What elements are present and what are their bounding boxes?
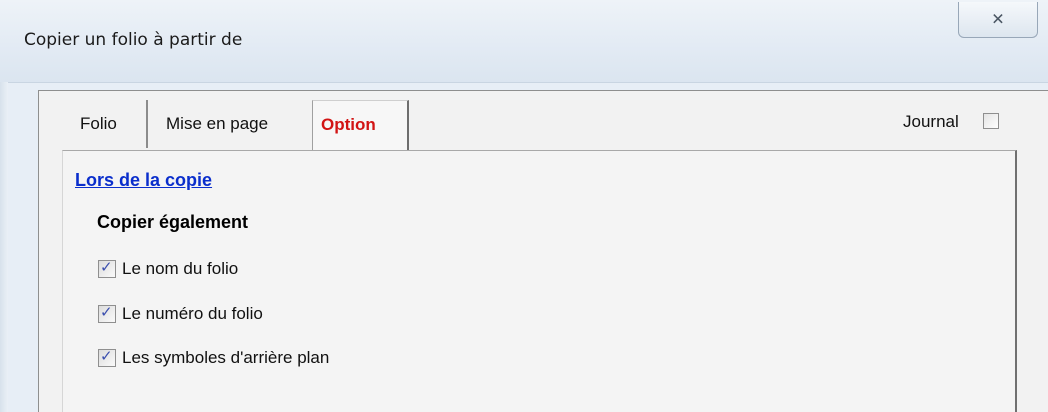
- option-nom-du-folio[interactable]: ✓ Le nom du folio: [98, 257, 238, 281]
- checkbox-label: Les symboles d'arrière plan: [122, 348, 330, 367]
- dialog-window: Copier un folio à partir de ✕ Folio Mise…: [0, 0, 1048, 412]
- check-icon: ✓: [100, 347, 113, 365]
- tab-option-label: Option: [321, 115, 376, 134]
- tab-option[interactable]: Option: [312, 100, 409, 152]
- checkbox-nom-du-folio[interactable]: ✓: [98, 258, 116, 278]
- group-title: Copier également: [97, 212, 249, 232]
- check-icon: ✓: [100, 303, 113, 321]
- window-title: Copier un folio à partir de: [24, 30, 243, 50]
- option-numero-du-folio[interactable]: ✓ Le numéro du folio: [98, 302, 263, 326]
- tab-folio-label: Folio: [80, 114, 117, 133]
- window-frame-left: [0, 82, 8, 412]
- check-icon: ✓: [100, 258, 113, 276]
- checkbox-symboles-arriere-plan[interactable]: ✓: [98, 347, 116, 367]
- close-icon: ✕: [991, 9, 1005, 29]
- checkbox-numero-du-folio[interactable]: ✓: [98, 303, 116, 323]
- checkbox-label: Le numéro du folio: [122, 304, 263, 323]
- option-symboles-arriere-plan[interactable]: ✓ Les symboles d'arrière plan: [98, 346, 329, 370]
- section-link-lors-de-la-copie[interactable]: Lors de la copie: [75, 170, 212, 191]
- tab-folio[interactable]: Folio: [68, 100, 148, 148]
- checkbox-label: Le nom du folio: [122, 259, 239, 278]
- tab-mise-en-page[interactable]: Mise en page: [152, 100, 312, 148]
- tab-mise-en-page-label: Mise en page: [166, 114, 269, 133]
- journal-checkbox[interactable]: [983, 113, 999, 129]
- title-bar[interactable]: Copier un folio à partir de ✕: [0, 0, 1048, 83]
- journal-label: Journal: [903, 112, 959, 131]
- close-button[interactable]: ✕: [958, 2, 1038, 38]
